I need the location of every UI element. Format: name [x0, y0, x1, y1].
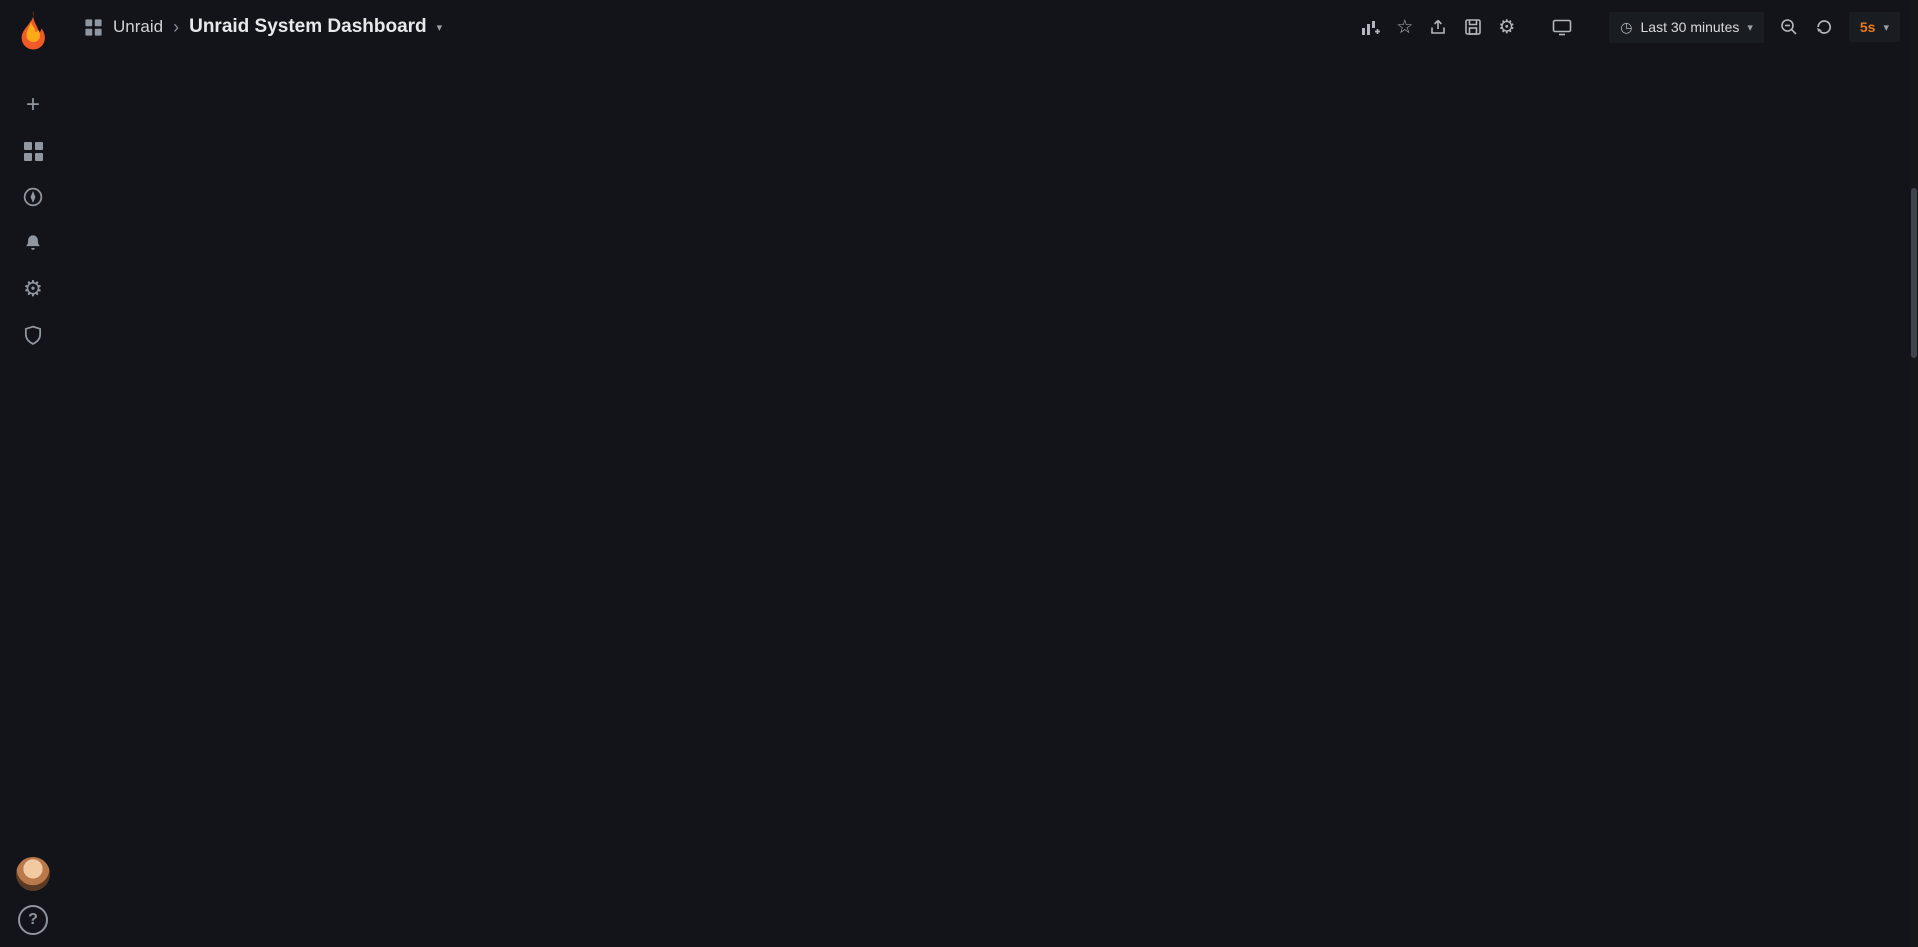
question-mark-icon: ? [28, 911, 38, 929]
time-range-caret-icon: ▾ [1747, 21, 1753, 34]
save-icon[interactable] [1463, 17, 1483, 37]
main-area: Unraid › Unraid System Dashboard ▾ ☆ ⚙ [66, 0, 1918, 947]
user-avatar[interactable] [16, 857, 50, 891]
navbar-actions: ☆ ⚙ ◷ Last 30 minutes ▾ [1360, 12, 1900, 43]
grafana-app: + ⚙ ? Unraid › Unraid System Dashboard ▾ [0, 0, 1918, 947]
title-caret-icon[interactable]: ▾ [437, 21, 443, 34]
dashboard-grid-icon[interactable] [85, 19, 101, 35]
explore-compass-icon[interactable] [10, 174, 56, 220]
share-icon[interactable] [1428, 17, 1448, 37]
tv-cycle-icon[interactable] [1551, 17, 1573, 37]
refresh-icon[interactable] [1814, 17, 1834, 37]
create-plus-icon[interactable]: + [10, 82, 56, 128]
top-navbar: Unraid › Unraid System Dashboard ▾ ☆ ⚙ [66, 0, 1918, 54]
add-panel-icon[interactable] [1360, 17, 1381, 38]
zoom-out-icon[interactable] [1779, 17, 1799, 37]
refresh-interval-caret-icon: ▾ [1883, 21, 1889, 34]
dashboard-body: kWh Price 0.65 ▾ Currency kr ▾ UPS Max O… [66, 54, 94, 64]
star-icon[interactable]: ☆ [1396, 16, 1413, 39]
time-range-label: Last 30 minutes [1641, 19, 1740, 35]
grafana-logo-icon[interactable] [11, 8, 55, 52]
refresh-interval-label: 5s [1860, 19, 1876, 35]
sidebar: + ⚙ ? [0, 0, 66, 947]
plus-icon: + [26, 91, 40, 119]
dashboard-title[interactable]: Unraid System Dashboard [189, 16, 427, 38]
time-range-picker[interactable]: ◷ Last 30 minutes ▾ [1609, 12, 1764, 43]
four-squares-icon [24, 142, 43, 161]
settings-gear-icon[interactable]: ⚙ [1498, 16, 1515, 39]
help-icon[interactable]: ? [18, 905, 48, 935]
breadcrumb-root[interactable]: Unraid [113, 17, 163, 37]
clock-icon: ◷ [1620, 19, 1632, 36]
alerting-bell-icon[interactable] [10, 220, 56, 266]
refresh-interval-picker[interactable]: 5s ▾ [1849, 12, 1900, 42]
configuration-gear-icon[interactable]: ⚙ [10, 266, 56, 312]
breadcrumb-separator: › [173, 17, 179, 38]
gear-icon: ⚙ [23, 276, 43, 302]
dashboards-icon[interactable] [10, 128, 56, 174]
scrollbar-thumb[interactable] [1911, 188, 1917, 358]
server-admin-shield-icon[interactable] [10, 312, 56, 358]
page-scrollbar[interactable] [1910, 0, 1918, 947]
